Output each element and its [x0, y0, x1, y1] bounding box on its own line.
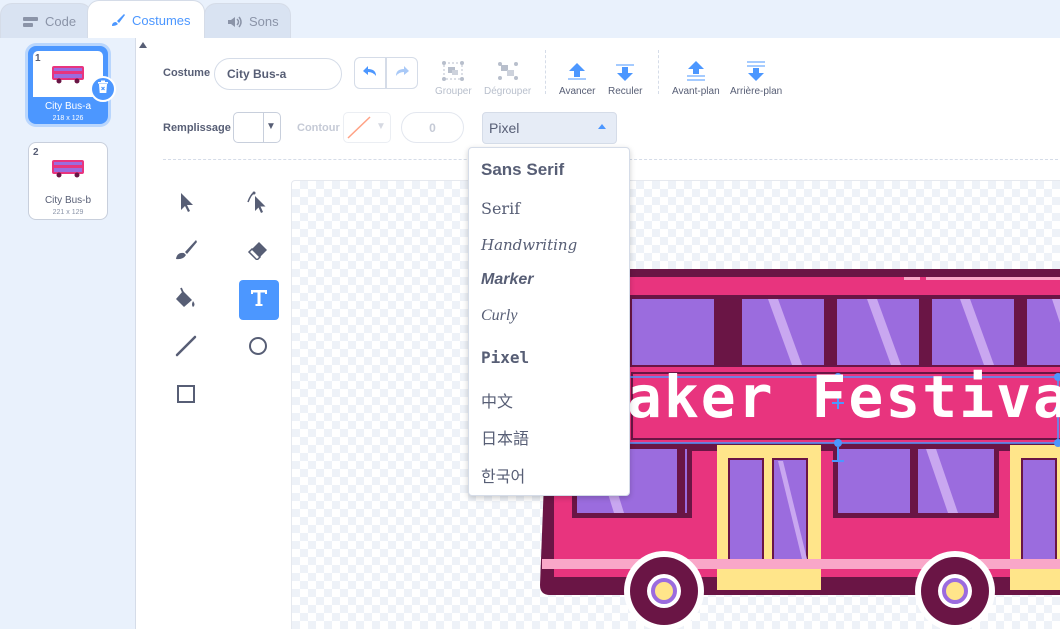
font-option-marker[interactable]: Marker [481, 271, 533, 289]
font-menu: Sans Serif Serif Handwriting Marker Curl… [468, 147, 630, 496]
ungroup-label: Dégrouper [484, 86, 532, 97]
outline-color-picker[interactable]: ▼ [343, 112, 391, 143]
line-tool[interactable] [166, 328, 206, 368]
font-option-sans-serif[interactable]: Sans Serif [481, 160, 564, 180]
costume-item-2[interactable]: 2 City Bus-b 221 x 129 [28, 142, 108, 220]
font-dropdown-value: Pixel [489, 120, 520, 136]
forward-label: Avancer [559, 86, 596, 97]
ungroup-button[interactable]: Dégrouper [484, 54, 531, 97]
redo-button[interactable] [386, 57, 418, 89]
font-option-serif[interactable]: Serif [481, 199, 520, 218]
paintbrush-icon [110, 13, 126, 27]
group-label: Grouper [435, 86, 472, 97]
rectangle-icon [175, 383, 197, 410]
fill-tool[interactable] [166, 280, 206, 320]
caret-up-icon [598, 124, 606, 129]
costume-number: 2 [33, 147, 39, 158]
undo-icon [362, 64, 378, 82]
bring-to-front-label: Avant-plan [672, 86, 720, 97]
tab-code[interactable]: Code [0, 3, 92, 39]
undo-button[interactable] [354, 57, 386, 89]
tab-bar: Code Costumes Sons [0, 0, 1060, 39]
font-option-curly[interactable]: Curly [481, 307, 517, 325]
toolbar-divider [545, 50, 546, 94]
code-icon [23, 16, 39, 28]
brush-icon [174, 239, 198, 266]
send-to-back-button[interactable]: Arrière-plan [730, 54, 782, 97]
tab-sounds[interactable]: Sons [204, 3, 291, 39]
tab-code-label: Code [45, 14, 77, 29]
costume-number: 1 [35, 53, 41, 64]
bring-to-front-icon [685, 54, 707, 82]
dropdown-arrow-icon: ▼ [376, 121, 386, 132]
forward-button[interactable]: Avancer [559, 54, 596, 97]
text-icon [249, 288, 269, 313]
costume-text[interactable]: Maker Festival [590, 363, 1060, 431]
costume-size: 221 x 129 [52, 209, 84, 216]
no-color-icon [346, 115, 372, 145]
paint-bucket-icon [174, 287, 198, 314]
paint-canvas[interactable]: Maker Festival [291, 180, 1060, 629]
font-option-korean[interactable]: 한국어 [481, 463, 525, 487]
dropdown-arrow-icon: ▼ [266, 121, 276, 132]
bring-to-front-button[interactable]: Avant-plan [672, 54, 720, 97]
scroll-up-arrow-icon[interactable] [139, 42, 147, 48]
circle-icon [247, 335, 269, 362]
text-tool[interactable] [239, 280, 279, 320]
costume-thumbnail [31, 145, 105, 191]
font-dropdown[interactable]: Pixel [482, 112, 617, 144]
font-option-japanese[interactable]: 日本語 [481, 425, 529, 449]
outline-width-input[interactable]: 0 [401, 112, 464, 143]
delete-costume-button[interactable] [90, 76, 116, 102]
select-tool[interactable] [166, 184, 206, 224]
send-to-back-label: Arrière-plan [730, 86, 783, 97]
speaker-icon [227, 16, 243, 28]
group-icon [441, 54, 465, 82]
backward-label: Reculer [608, 86, 643, 97]
fill-color-picker[interactable]: ▼ [233, 112, 281, 143]
costume-name: City Bus-b [44, 195, 92, 206]
reshape-tool[interactable] [238, 184, 278, 224]
costume-size: 218 x 126 [52, 115, 84, 122]
move-backward-icon [614, 54, 636, 82]
backward-button[interactable]: Reculer [608, 54, 642, 97]
tab-sounds-label: Sons [249, 14, 279, 29]
rectangle-tool[interactable] [166, 376, 206, 416]
tab-costumes-label: Costumes [132, 12, 191, 28]
costume-name-label: Costume [163, 67, 211, 79]
font-option-handwriting[interactable]: Handwriting [481, 236, 577, 254]
outline-label: Contour [297, 122, 340, 134]
redo-icon [394, 64, 410, 82]
reshape-icon [246, 190, 270, 219]
eraser-tool[interactable] [238, 232, 278, 272]
fill-label: Remplissage [163, 122, 231, 134]
eraser-icon [247, 240, 269, 265]
scrollbar[interactable] [136, 38, 150, 629]
tab-costumes[interactable]: Costumes [87, 0, 205, 39]
circle-tool[interactable] [238, 328, 278, 368]
toolbar-divider [658, 50, 659, 94]
brush-tool[interactable] [166, 232, 206, 272]
costume-name-input[interactable]: City Bus-a [214, 58, 342, 90]
line-icon [175, 335, 197, 362]
arrow-pointer-icon [176, 191, 196, 218]
trash-icon [97, 80, 109, 99]
costume-list: 1 City Bus-a 218 x 126 2 City Bus-b 221 … [0, 38, 136, 629]
send-to-back-icon [745, 54, 767, 82]
fill-color-swatch [234, 113, 264, 142]
font-option-pixel[interactable]: Pixel [481, 348, 529, 367]
ungroup-icon [496, 54, 520, 82]
move-forward-icon [566, 54, 588, 82]
costume-name: City Bus-a [44, 101, 92, 112]
font-option-chinese[interactable]: 中文 [481, 388, 513, 412]
group-button[interactable]: Grouper [435, 54, 472, 97]
